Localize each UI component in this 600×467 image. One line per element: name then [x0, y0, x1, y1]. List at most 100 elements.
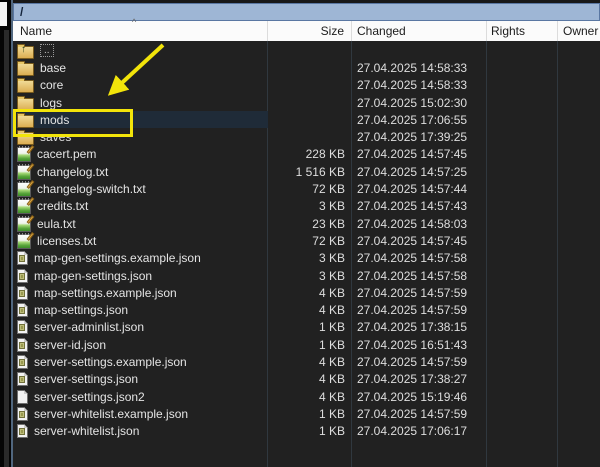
file-rights — [487, 405, 558, 422]
file-row[interactable]: map-gen-settings.json3 KB27.04.2025 14:5… — [13, 267, 600, 284]
sort-ascending-icon[interactable]: ^ — [132, 17, 136, 27]
column-header-size[interactable]: Size — [268, 21, 352, 41]
file-changed: 27.04.2025 15:02:30 — [352, 94, 487, 111]
file-name-cell[interactable]: core — [13, 77, 268, 94]
file-changed: 27.04.2025 17:38:27 — [352, 371, 487, 388]
file-row[interactable]: server-settings.json4 KB27.04.2025 17:38… — [13, 371, 600, 388]
file-row[interactable]: .. — [13, 42, 600, 59]
file-owner — [558, 353, 600, 370]
file-name-cell[interactable]: eula.txt — [13, 215, 268, 232]
json-file-icon — [17, 286, 28, 300]
file-rights — [487, 353, 558, 370]
file-row[interactable]: server-settings.json24 KB27.04.2025 15:1… — [13, 388, 600, 405]
file-name-cell[interactable]: map-settings.example.json — [13, 284, 268, 301]
file-name: server-id.json — [34, 338, 106, 352]
file-owner — [558, 371, 600, 388]
file-name-cell[interactable]: cacert.pem — [13, 146, 268, 163]
file-name-cell[interactable]: saves — [13, 128, 268, 145]
file-changed: 27.04.2025 17:38:15 — [352, 319, 487, 336]
column-header-rights[interactable]: Rights — [487, 21, 558, 41]
file-size: 23 KB — [268, 215, 352, 232]
file-name-cell[interactable]: .. — [13, 42, 268, 59]
file-row[interactable]: eula.txt23 KB27.04.2025 14:58:03 — [13, 215, 600, 232]
file-name-cell[interactable]: server-adminlist.json — [13, 319, 268, 336]
file-row[interactable]: licenses.txt72 KB27.04.2025 14:57:45 — [13, 232, 600, 249]
file-name-cell[interactable]: licenses.txt — [13, 232, 268, 249]
file-name-cell[interactable]: server-whitelist.example.json — [13, 405, 268, 422]
file-row[interactable]: base27.04.2025 14:58:33 — [13, 59, 600, 76]
file-icon — [17, 390, 28, 404]
json-file-icon — [17, 424, 28, 438]
file-size — [268, 77, 352, 94]
path-bar[interactable]: / — [13, 3, 600, 21]
file-owner — [558, 319, 600, 336]
column-header-owner[interactable]: Owner — [558, 21, 600, 41]
file-rights — [487, 267, 558, 284]
file-changed: 27.04.2025 14:57:45 — [352, 146, 487, 163]
file-owner — [558, 405, 600, 422]
file-name-cell[interactable]: map-gen-settings.example.json — [13, 250, 268, 267]
remote-file-panel: / Name Size Changed Rights Owner ^ .. bas… — [11, 0, 600, 467]
file-row[interactable]: server-whitelist.example.json1 KB27.04.2… — [13, 405, 600, 422]
file-size: 1 516 KB — [268, 163, 352, 180]
file-row[interactable]: saves27.04.2025 17:39:25 — [13, 128, 600, 145]
file-owner — [558, 163, 600, 180]
file-size — [268, 42, 352, 59]
json-file-icon — [17, 269, 28, 283]
file-changed: 27.04.2025 14:57:25 — [352, 163, 487, 180]
file-row[interactable]: cacert.pem228 KB27.04.2025 14:57:45 — [13, 146, 600, 163]
file-name-cell[interactable]: logs — [13, 94, 268, 111]
file-row[interactable]: changelog.txt1 516 KB27.04.2025 14:57:25 — [13, 163, 600, 180]
file-owner — [558, 215, 600, 232]
file-rights — [487, 111, 558, 128]
file-row[interactable]: map-settings.example.json4 KB27.04.2025 … — [13, 284, 600, 301]
file-rights — [487, 423, 558, 440]
file-size: 3 KB — [268, 198, 352, 215]
column-header-name[interactable]: Name — [13, 21, 268, 41]
file-name-cell[interactable]: server-id.json — [13, 336, 268, 353]
folder-icon — [17, 132, 34, 145]
file-rights — [487, 198, 558, 215]
file-rights — [487, 128, 558, 145]
file-row[interactable]: server-adminlist.json1 KB27.04.2025 17:3… — [13, 319, 600, 336]
file-row[interactable]: mods27.04.2025 17:06:55 — [13, 111, 600, 128]
file-rights — [487, 215, 558, 232]
background-window-edge — [0, 2, 7, 26]
current-path: / — [20, 5, 23, 19]
file-row[interactable]: changelog-switch.txt72 KB27.04.2025 14:5… — [13, 180, 600, 197]
file-size: 4 KB — [268, 301, 352, 318]
file-row[interactable]: credits.txt3 KB27.04.2025 14:57:43 — [13, 198, 600, 215]
file-name-cell[interactable]: changelog-switch.txt — [13, 180, 268, 197]
file-name-cell[interactable]: server-settings.json — [13, 371, 268, 388]
file-row[interactable]: logs 27.04.2025 15:02:30 — [13, 94, 600, 111]
file-name: core — [40, 78, 63, 92]
file-name: server-adminlist.json — [34, 320, 144, 334]
file-name: .. — [40, 44, 54, 57]
file-row[interactable]: server-settings.example.json4 KB27.04.20… — [13, 353, 600, 370]
file-rights — [487, 59, 558, 76]
file-name-cell[interactable]: credits.txt — [13, 198, 268, 215]
file-name-cell[interactable]: base — [13, 59, 268, 76]
file-size: 72 KB — [268, 180, 352, 197]
file-changed: 27.04.2025 14:57:43 — [352, 198, 487, 215]
file-row[interactable]: map-gen-settings.example.json3 KB27.04.2… — [13, 250, 600, 267]
file-size — [268, 128, 352, 145]
file-row[interactable]: map-settings.json4 KB27.04.2025 14:57:59 — [13, 301, 600, 318]
file-rights — [487, 180, 558, 197]
notepad-file-icon — [17, 234, 31, 249]
file-name-cell[interactable]: map-gen-settings.json — [13, 267, 268, 284]
file-changed: 27.04.2025 14:57:59 — [352, 284, 487, 301]
file-name-cell[interactable]: server-settings.example.json — [13, 353, 268, 370]
file-row[interactable]: server-whitelist.json1 KB27.04.2025 17:0… — [13, 423, 600, 440]
file-row[interactable]: core27.04.2025 14:58:33 — [13, 77, 600, 94]
column-header-changed[interactable]: Changed — [352, 21, 487, 41]
file-name-cell[interactable]: map-settings.json — [13, 301, 268, 318]
file-owner — [558, 146, 600, 163]
file-name-cell[interactable]: mods — [13, 111, 268, 128]
file-name-cell[interactable]: server-whitelist.json — [13, 423, 268, 440]
file-name-cell[interactable]: server-settings.json2 — [13, 388, 268, 405]
file-name-cell[interactable]: changelog.txt — [13, 163, 268, 180]
folder-icon — [17, 63, 34, 76]
file-row[interactable]: server-id.json1 KB27.04.2025 16:51:43 — [13, 336, 600, 353]
file-name: saves — [40, 130, 71, 144]
